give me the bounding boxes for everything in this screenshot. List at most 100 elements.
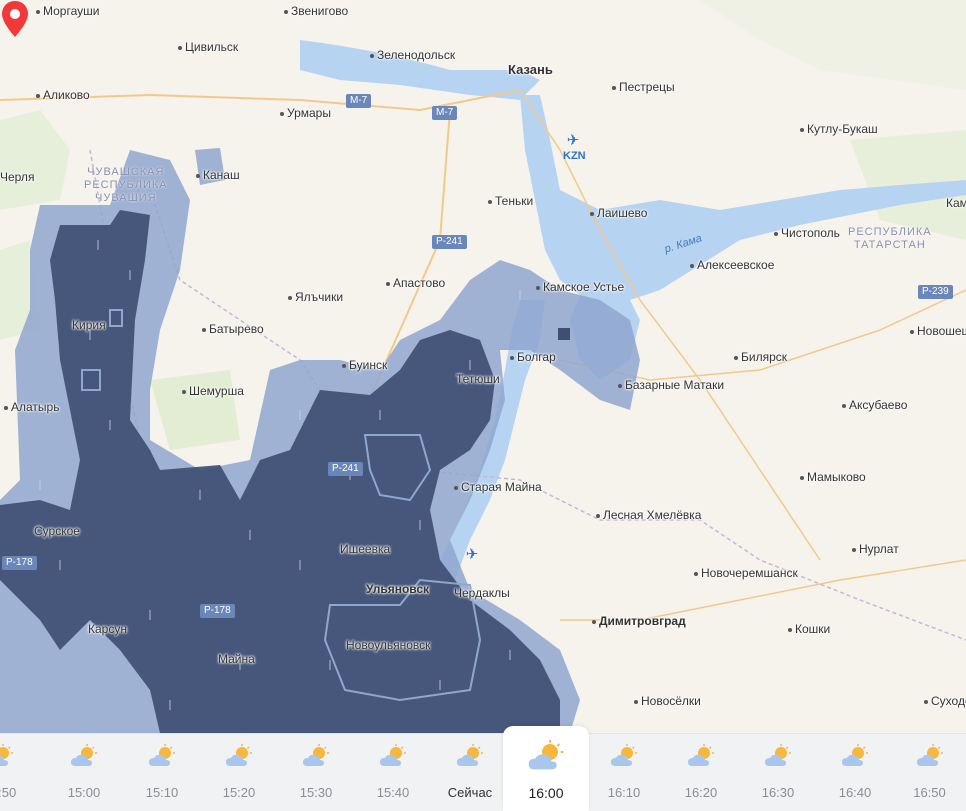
city-label: Болгар	[510, 350, 556, 364]
city-label: Аксубаево	[842, 398, 907, 412]
time-slot-now[interactable]: Сейчас	[431, 734, 509, 811]
time-label: 16:20	[684, 785, 718, 800]
city-label: Лесная Хмелёвка	[596, 508, 701, 522]
city-label: Чердаклы	[454, 586, 510, 600]
road-shield: P-239	[918, 285, 953, 299]
city-label: Мамыково	[800, 470, 866, 484]
city-label: Чистополь	[774, 226, 840, 240]
partly-cloudy-icon	[226, 744, 252, 766]
city-label: Канаш	[196, 168, 240, 182]
airport-icon: ✈	[465, 546, 479, 563]
time-label: 16:40	[838, 785, 872, 800]
city-label: Урмары	[280, 106, 331, 120]
road-shield: P-241	[432, 235, 467, 249]
city-label: Кирия	[72, 318, 106, 332]
city-label: Кошки	[788, 622, 830, 636]
road-shield: M-7	[346, 94, 372, 108]
time-label: 16:50	[913, 785, 946, 800]
time-label: 15:40	[376, 785, 410, 800]
city-label: Черля	[0, 170, 35, 184]
location-pin-icon[interactable]	[0, 0, 30, 38]
partly-cloudy-icon	[149, 744, 175, 766]
time-label: 15:00	[67, 785, 101, 800]
time-slot-selected[interactable]: 16:00	[503, 726, 589, 811]
city-label: Ишеевка	[340, 542, 391, 556]
time-slot[interactable]: 16:50	[893, 734, 966, 811]
time-slider[interactable]: 14:50 15:00 15:10 15:20 15:30 15:40 Сейч…	[0, 726, 966, 811]
city-label: Моргауши	[36, 4, 99, 18]
region-label: ЧУВАШСКАЯ РЕСПУБЛИКА ЧУВАШИЯ	[84, 166, 168, 204]
city-label: Карсун	[88, 622, 127, 636]
time-label: 14:50	[0, 785, 17, 800]
time-label: 16:00	[528, 785, 564, 801]
road-shield: P-241	[328, 462, 363, 476]
city-label: Кам	[946, 196, 966, 210]
time-label: 15:10	[145, 785, 179, 800]
partly-cloudy-icon	[0, 744, 13, 766]
city-label: Зеленодольск	[370, 48, 455, 62]
time-slot[interactable]: 16:40	[816, 734, 894, 811]
city-label: Суходол	[924, 694, 966, 708]
time-label: 16:10	[607, 785, 641, 800]
time-slot[interactable]: 16:20	[662, 734, 740, 811]
city-label: Базарные Матаки	[618, 378, 724, 392]
time-slot[interactable]: 14:50	[0, 734, 39, 811]
time-label: 16:30	[761, 785, 795, 800]
road-shield: P-178	[2, 556, 37, 570]
city-label: Сурское	[34, 524, 80, 538]
city-label: Шемурша	[182, 384, 244, 398]
city-label: Батырево	[202, 322, 264, 336]
partly-cloudy-icon	[528, 740, 564, 770]
city-label: Димитровград	[592, 614, 686, 628]
road-shield: P-178	[200, 604, 235, 618]
partly-cloudy-icon	[457, 744, 483, 766]
partly-cloudy-icon	[765, 744, 791, 766]
city-label: Новосёлки	[634, 694, 701, 708]
city-label: Новочеремшанск	[694, 566, 798, 580]
partly-cloudy-icon	[688, 744, 714, 766]
airport-icon: ✈	[566, 132, 580, 149]
partly-cloudy-icon	[611, 744, 637, 766]
partly-cloudy-icon	[380, 744, 406, 766]
partly-cloudy-icon	[71, 744, 97, 766]
city-label: Лаишево	[590, 206, 647, 220]
city-label: Казань	[508, 62, 553, 77]
time-slot[interactable]: 16:10	[585, 734, 663, 811]
time-label: Сейчас	[447, 785, 493, 800]
region-label: РЕСПУБЛИКА ТАТАРСТАН	[848, 226, 932, 251]
city-label: Буинск	[342, 358, 387, 372]
city-label: Тетюши	[456, 372, 500, 386]
city-label: Алексеевское	[690, 258, 774, 272]
time-slot[interactable]: 16:30	[739, 734, 817, 811]
city-label: Камское Устье	[536, 280, 624, 294]
time-slot[interactable]: 15:40	[354, 734, 432, 811]
city-label: Старая Майна	[454, 480, 542, 494]
city-label: Аликово	[36, 88, 90, 102]
time-label: 15:30	[299, 785, 333, 800]
city-label: Новоульяновск	[346, 638, 431, 652]
city-label: Ульяновск	[366, 582, 430, 596]
road-shield: M-7	[432, 106, 458, 120]
city-label: Нурлат	[852, 542, 899, 556]
partly-cloudy-icon	[916, 744, 943, 766]
city-label: Теньки	[488, 194, 533, 208]
city-label: Новошешминск	[910, 324, 966, 338]
partly-cloudy-icon	[303, 744, 329, 766]
city-label: Ялъчики	[288, 290, 343, 304]
city-label: Майна	[218, 652, 255, 666]
city-label: Цивильск	[178, 40, 238, 54]
city-label: Апастово	[386, 276, 445, 290]
time-slot[interactable]: 15:10	[123, 734, 201, 811]
airport-code: KZN	[563, 150, 586, 162]
city-label: Алатырь	[4, 400, 59, 414]
city-label: Кутлу-Букаш	[800, 122, 878, 136]
time-slot[interactable]: 15:00	[45, 734, 123, 811]
time-label: 15:20	[222, 785, 256, 800]
time-slot[interactable]: 15:20	[200, 734, 278, 811]
weather-map[interactable]: Моргауши Звенигово Цивильск Зеленодольск…	[0, 0, 966, 733]
city-label: Билярск	[734, 350, 787, 364]
time-slot[interactable]: 15:30	[277, 734, 355, 811]
city-label: Пестрецы	[612, 80, 675, 94]
partly-cloudy-icon	[842, 744, 868, 766]
city-label: Звенигово	[284, 4, 348, 18]
